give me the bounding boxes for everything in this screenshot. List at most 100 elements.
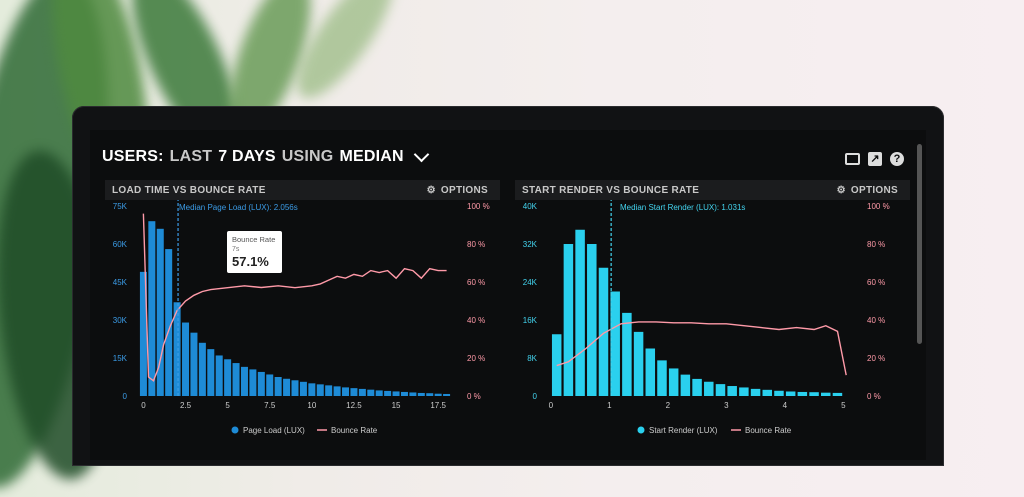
bar bbox=[645, 348, 656, 396]
scrollbar[interactable] bbox=[917, 144, 922, 344]
legend-bounce-rate[interactable]: Bounce Rate bbox=[331, 426, 378, 435]
bar bbox=[190, 332, 198, 396]
bar bbox=[704, 381, 714, 396]
bar bbox=[384, 390, 392, 396]
bar bbox=[426, 393, 434, 396]
x-tick-label: 1 bbox=[607, 401, 612, 410]
bar bbox=[392, 391, 400, 396]
y-tick-label: 16K bbox=[523, 316, 538, 325]
options-label: OPTIONS bbox=[850, 184, 898, 196]
y-tick-label: 60K bbox=[113, 240, 128, 249]
bar bbox=[821, 392, 831, 396]
panel-title: LOAD TIME VS BOUNCE RATE bbox=[112, 184, 266, 196]
tooltip-value: 57.1% bbox=[232, 254, 269, 269]
share-icon[interactable]: ↗ bbox=[868, 152, 882, 166]
x-tick-label: 12.5 bbox=[346, 401, 362, 410]
bar bbox=[692, 378, 702, 396]
bar bbox=[668, 368, 679, 396]
bar bbox=[417, 392, 425, 396]
bar bbox=[785, 391, 796, 396]
header-metric[interactable]: MEDIAN bbox=[339, 148, 403, 166]
bar bbox=[575, 229, 585, 396]
bar bbox=[563, 244, 574, 396]
bar bbox=[308, 383, 316, 396]
median-label: Median Start Render (LUX): 1.031s bbox=[620, 203, 745, 212]
tooltip-label: Bounce Rate bbox=[232, 235, 275, 244]
options-button[interactable]: ⚙ OPTIONS bbox=[837, 185, 898, 196]
bar bbox=[633, 331, 644, 396]
panel-title: START RENDER VS BOUNCE RATE bbox=[522, 184, 700, 196]
bar bbox=[443, 393, 451, 396]
bar bbox=[240, 366, 248, 396]
y2-tick-label: 60 % bbox=[867, 278, 885, 287]
bar bbox=[266, 374, 274, 396]
chart-start-render: Median Start Render (LUX): 1.031s 40K 32K… bbox=[523, 198, 890, 435]
x-tick-label: 10 bbox=[307, 401, 316, 410]
legend-start-render[interactable]: Start Render (LUX) bbox=[649, 426, 718, 435]
bar bbox=[224, 359, 232, 396]
y-tick-label: 0 bbox=[533, 392, 538, 401]
x-tick-label: 7.5 bbox=[264, 401, 276, 410]
bar bbox=[358, 388, 366, 396]
panel-load-time: LOAD TIME VS BOUNCE RATE ⚙ OPTIONS Media… bbox=[105, 180, 500, 450]
x-tick-label: 0 bbox=[141, 401, 146, 410]
y2-tick-label: 20 % bbox=[867, 354, 885, 363]
y-tick-label: 75K bbox=[113, 202, 128, 211]
help-icon[interactable]: ? bbox=[890, 152, 904, 166]
bar bbox=[215, 355, 223, 396]
bar bbox=[715, 384, 726, 396]
tooltip-sub: 7s bbox=[232, 246, 240, 253]
dashboard-screen: USERS: LAST 7 DAYS USING MEDIAN ↗ ? LOAD… bbox=[90, 130, 926, 460]
header-days[interactable]: 7 DAYS bbox=[218, 148, 276, 166]
bar bbox=[750, 388, 761, 396]
header-last: LAST bbox=[169, 148, 213, 165]
y-tick-label: 15K bbox=[113, 354, 128, 363]
bar bbox=[207, 349, 215, 396]
monitor-icon[interactable] bbox=[845, 153, 860, 165]
legend-swatch-page-load bbox=[231, 426, 239, 434]
dashboard-header[interactable]: USERS: LAST 7 DAYS USING MEDIAN bbox=[102, 146, 430, 166]
y2-tick-label: 60 % bbox=[467, 278, 485, 287]
median-label: Median Page Load (LUX): 2.056s bbox=[179, 203, 298, 212]
legend-swatch-start-render bbox=[637, 426, 645, 434]
panel-start-render: START RENDER VS BOUNCE RATE ⚙ OPTIONS Me… bbox=[515, 180, 910, 450]
x-tick-label: 5 bbox=[225, 401, 230, 410]
bar bbox=[367, 389, 375, 396]
tooltip: Bounce Rate 7s 57.1% bbox=[227, 231, 282, 273]
bar bbox=[257, 371, 265, 396]
bar bbox=[680, 374, 691, 396]
panel-header: START RENDER VS BOUNCE RATE ⚙ OPTIONS bbox=[515, 180, 910, 200]
bar bbox=[622, 312, 632, 396]
laptop-bezel: USERS: LAST 7 DAYS USING MEDIAN ↗ ? LOAD… bbox=[72, 106, 944, 466]
options-button[interactable]: ⚙ OPTIONS bbox=[427, 185, 488, 196]
bar bbox=[657, 360, 667, 396]
bar bbox=[739, 387, 749, 396]
y2-tick-label: 0 % bbox=[467, 392, 481, 401]
y2-tick-label: 20 % bbox=[467, 354, 485, 363]
bar bbox=[198, 342, 206, 396]
header-icons: ↗ ? bbox=[845, 152, 904, 166]
bar bbox=[727, 386, 737, 396]
bar bbox=[832, 392, 843, 396]
bar bbox=[375, 390, 383, 396]
bar bbox=[283, 378, 291, 396]
header-using: USING bbox=[281, 148, 334, 165]
y-tick-label: 8K bbox=[527, 354, 537, 363]
bar bbox=[774, 390, 784, 396]
bar bbox=[274, 377, 282, 396]
y-tick-label: 32K bbox=[523, 240, 538, 249]
bar bbox=[232, 363, 240, 396]
gear-icon: ⚙ bbox=[836, 184, 846, 196]
x-tick-label: 2 bbox=[666, 401, 671, 410]
bar bbox=[291, 380, 299, 396]
legend-bounce-rate[interactable]: Bounce Rate bbox=[745, 426, 792, 435]
y2-tick-label: 100 % bbox=[867, 202, 890, 211]
y-tick-label: 24K bbox=[523, 278, 538, 287]
bar bbox=[249, 369, 257, 396]
y-tick-label: 30K bbox=[113, 316, 128, 325]
legend: Start Render (LUX) Bounce Rate bbox=[637, 426, 792, 435]
legend-page-load[interactable]: Page Load (LUX) bbox=[243, 426, 305, 435]
y2-tick-label: 40 % bbox=[467, 316, 485, 325]
chevron-down-icon[interactable] bbox=[413, 146, 430, 163]
legend: Page Load (LUX) Bounce Rate bbox=[231, 426, 378, 435]
